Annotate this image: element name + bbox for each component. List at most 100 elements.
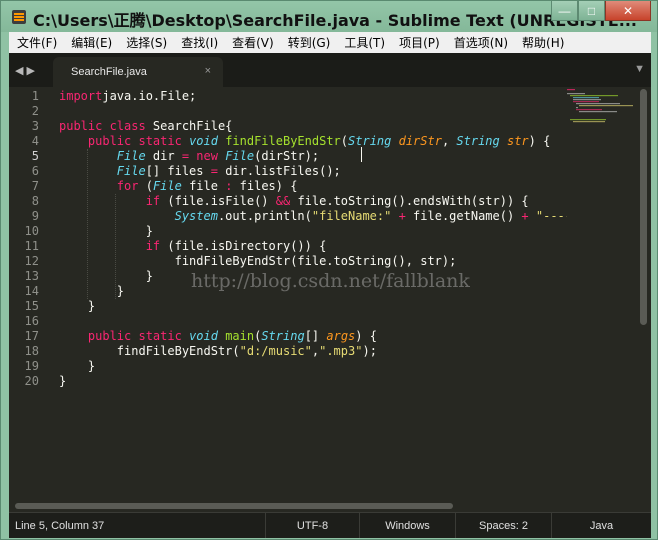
- code-token: for: [116, 179, 146, 193]
- watermark: http://blog.csdn.net/fallblank: [191, 270, 470, 292]
- code-token: if: [145, 194, 168, 208]
- maximize-button[interactable]: □: [578, 1, 605, 21]
- menu-goto[interactable]: 转到(G): [280, 34, 337, 51]
- status-syntax[interactable]: Java: [551, 513, 651, 538]
- status-cursor-position: Line 5, Column 37: [15, 519, 105, 532]
- code-token: ,: [441, 134, 457, 148]
- code-line: public static void main(String[] args) {: [59, 329, 377, 344]
- code-token: }: [59, 224, 153, 238]
- code-token: dir.listFiles();: [225, 164, 341, 178]
- title-bar[interactable]: C:\Users\正腾\Desktop\SearchFile.java - Su…: [1, 1, 657, 32]
- tab-dropdown-icon[interactable]: ▼: [634, 63, 645, 75]
- menu-tools[interactable]: 工具(T): [336, 34, 391, 51]
- sublime-app-icon: [12, 10, 26, 24]
- code-token: void: [189, 134, 226, 148]
- code-token: File: [225, 149, 255, 163]
- line-number: 18: [24, 344, 39, 358]
- status-bar: Line 5, Column 37 UTF-8 Windows Spaces: …: [9, 512, 651, 538]
- code-token: );: [362, 344, 377, 358]
- code-area[interactable]: importjava.io.File; public class SearchFi…: [59, 87, 567, 512]
- window-title: C:\Users\正腾\Desktop\SearchFile.java - Su…: [33, 11, 637, 30]
- code-token: [] files: [145, 164, 211, 178]
- code-token: if: [145, 239, 168, 253]
- code-line: findFileByEndStr(file.toString(), str);: [59, 254, 457, 269]
- line-number-gutter: 1 2 3 4 5 6 7 8 9 10 11 12 13 14 15 16 17 18 19 20: [9, 87, 45, 512]
- code-token: }: [59, 269, 153, 283]
- code-token: args: [326, 329, 356, 343]
- code-token: SearchFile{: [152, 119, 233, 133]
- status-encoding[interactable]: UTF-8: [265, 513, 359, 538]
- minimap[interactable]: [565, 87, 637, 147]
- line-number: 5: [31, 149, 39, 163]
- line-number: 15: [24, 299, 39, 313]
- menu-selection[interactable]: 选择(S): [118, 34, 173, 51]
- code-token: void: [189, 329, 226, 343]
- code-line: }: [59, 374, 66, 389]
- menu-project[interactable]: 项目(P): [391, 34, 446, 51]
- line-number: 10: [24, 224, 39, 238]
- code-editor[interactable]: 1 2 3 4 5 6 7 8 9 10 11 12 13 14 15 16 17 18 19 20 importja…: [9, 87, 651, 512]
- code-token: str: [506, 134, 529, 148]
- code-token: File: [116, 164, 146, 178]
- tab-bar: ◀ ▶ SearchFile.java × ▼: [9, 53, 651, 87]
- line-number: 7: [31, 179, 39, 193]
- code-token: dirStr: [398, 134, 442, 148]
- code-line: if (file.isFile() && file.toString().end…: [59, 194, 529, 209]
- code-token: findFileByEndStr(file.toString(), str);: [59, 254, 457, 268]
- code-line: findFileByEndStr("d:/music",".mp3");: [59, 344, 377, 359]
- line-number: 11: [24, 239, 39, 253]
- tab-close-icon[interactable]: ×: [205, 65, 211, 77]
- minimize-button[interactable]: —: [551, 1, 578, 21]
- code-token: (file.isFile(): [167, 194, 276, 208]
- line-number: 17: [24, 329, 39, 343]
- menu-help[interactable]: 帮助(H): [514, 34, 570, 51]
- line-number: 4: [31, 134, 39, 148]
- code-token: }: [59, 374, 67, 388]
- text-cursor: [361, 147, 362, 162]
- tab-searchfile[interactable]: SearchFile.java ×: [53, 57, 223, 87]
- line-number: 16: [24, 314, 39, 328]
- code-token: (: [340, 134, 349, 148]
- code-line: System.out.println("fileName:" + file.ge…: [59, 209, 567, 224]
- code-token: main: [225, 329, 255, 343]
- code-line: public static void findFileByEndStr(Stri…: [59, 134, 550, 149]
- code-token: .out.println(: [217, 209, 312, 223]
- code-token: (file.isDirectory()) {: [167, 239, 327, 253]
- indent-guide: [87, 149, 88, 299]
- code-token: public static: [87, 134, 190, 148]
- line-number: 12: [24, 254, 39, 268]
- horizontal-scrollbar[interactable]: [15, 503, 453, 509]
- code-token: +: [391, 209, 414, 223]
- vertical-scrollbar[interactable]: [640, 89, 647, 325]
- indent-guide: [115, 194, 116, 299]
- code-line: }: [59, 224, 153, 239]
- code-token: }: [59, 299, 96, 313]
- tab-nav-arrows-icon[interactable]: ◀ ▶: [15, 64, 35, 77]
- menu-find[interactable]: 查找(I): [173, 34, 224, 51]
- sublime-window: C:\Users\正腾\Desktop\SearchFile.java - Su…: [0, 0, 658, 540]
- menu-edit[interactable]: 编辑(E): [63, 34, 118, 51]
- code-token: (dirStr);: [254, 149, 320, 163]
- code-token: public class: [59, 119, 153, 133]
- code-token: public static: [87, 329, 190, 343]
- code-token: file.toString().endsWith(str)) {: [297, 194, 529, 208]
- menu-view[interactable]: 查看(V): [224, 34, 280, 51]
- close-button[interactable]: ✕: [605, 1, 651, 21]
- code-line: for (File file : files) {: [59, 179, 298, 194]
- line-number: 6: [31, 164, 39, 178]
- code-line: importjava.io.File;: [59, 89, 196, 104]
- status-indentation[interactable]: Spaces: 2: [455, 513, 551, 538]
- menu-preferences[interactable]: 首选项(N): [446, 34, 514, 51]
- menu-file[interactable]: 文件(F): [9, 34, 63, 51]
- code-token: "fileName:": [311, 209, 392, 223]
- status-line-endings[interactable]: Windows: [359, 513, 455, 538]
- code-token: = new: [181, 149, 226, 163]
- code-token: System: [174, 209, 218, 223]
- code-token: ".mp3": [319, 344, 363, 358]
- line-number: 19: [24, 359, 39, 373]
- code-token: "-----: [535, 209, 567, 223]
